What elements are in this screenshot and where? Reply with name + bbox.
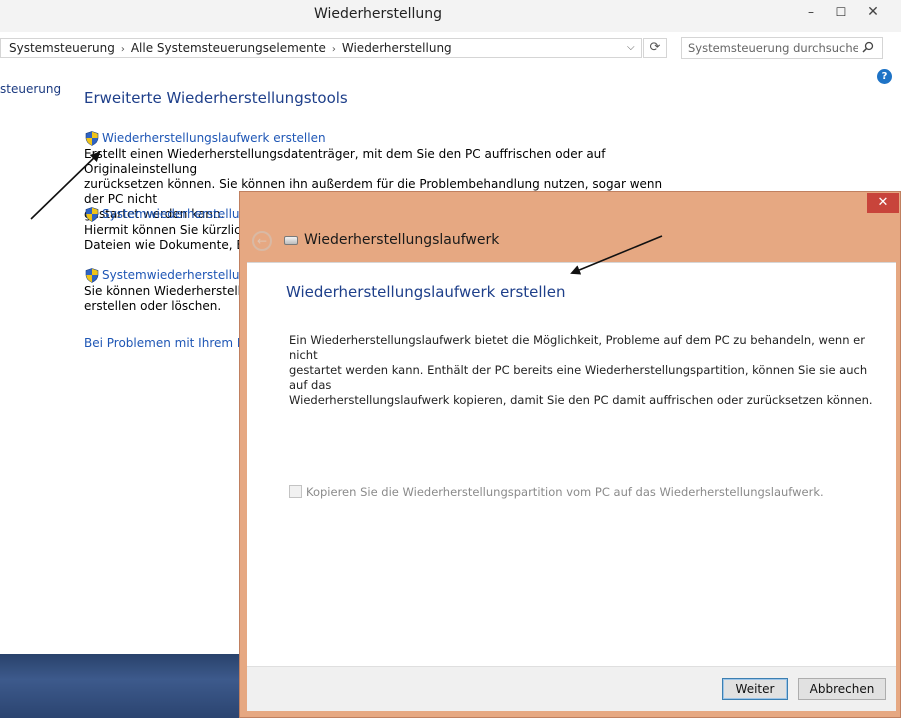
search-input[interactable] [688, 41, 858, 55]
chevron-down-icon[interactable]: ⌵ [627, 42, 635, 53]
uac-shield-icon [85, 131, 99, 146]
next-button[interactable]: Weiter [722, 678, 788, 700]
dialog-close-button[interactable]: ✕ [867, 193, 899, 213]
link-create-recovery-drive[interactable]: Wiederherstellungslaufwerk erstellen [102, 131, 326, 145]
uac-shield-icon [85, 207, 99, 222]
window-title: Wiederherstellung [313, 6, 443, 22]
link-pc-problems[interactable]: Bei Problemen mit Ihrem PC h [84, 336, 264, 350]
dialog-footer: Weiter Abbrechen [247, 666, 896, 711]
breadcrumb-separator[interactable]: › [326, 44, 342, 55]
cancel-button[interactable]: Abbrechen [798, 678, 886, 700]
body-line: gestartet werden kann. Enthält der PC be… [289, 363, 868, 392]
minimize-button[interactable]: – [796, 2, 826, 22]
recovery-drive-dialog: ✕ ← Wiederherstellungslaufwerk Wiederher… [239, 191, 901, 718]
copy-partition-label: Kopieren Sie die Wiederherstellungsparti… [306, 485, 824, 499]
back-arrow-icon[interactable]: ← [252, 231, 272, 251]
drive-icon [284, 236, 298, 245]
search-icon[interactable] [862, 41, 874, 56]
title-bar: Wiederherstellung – ☐ ✕ [0, 0, 901, 32]
copy-partition-option: Kopieren Sie die Wiederherstellungsparti… [289, 485, 824, 499]
maximize-button[interactable]: ☐ [826, 2, 856, 22]
breadcrumb-item-alle-elemente[interactable]: Alle Systemsteuerungselemente [131, 41, 326, 55]
left-nav-link[interactable]: steuerung [0, 82, 61, 96]
section-title: Erweiterte Wiederherstellungstools [84, 89, 348, 107]
breadcrumb: Systemsteuerung › Alle Systemsteuerungsele… [9, 41, 452, 55]
address-bar[interactable]: Systemsteuerung › Alle Systemsteuerungsele… [0, 38, 642, 58]
help-icon[interactable]: ? [877, 69, 892, 84]
refresh-icon[interactable]: ⟳ [643, 38, 667, 58]
dialog-caption: Wiederherstellungslaufwerk [304, 232, 500, 248]
search-box[interactable] [681, 37, 883, 59]
breadcrumb-item-wiederherstellung[interactable]: Wiederherstellung [342, 41, 452, 55]
body-line: Wiederherstellungslaufwerk kopieren, dam… [289, 393, 873, 407]
breadcrumb-item-systemsteuerung[interactable]: Systemsteuerung [9, 41, 115, 55]
body-line: Ein Wiederherstellungslaufwerk bietet di… [289, 333, 865, 362]
dialog-heading: Wiederherstellungslaufwerk erstellen [286, 283, 566, 301]
uac-shield-icon [85, 268, 99, 283]
desc-line: Erstellt einen Wiederherstellungsdatentr… [84, 147, 606, 176]
dialog-content: Wiederherstellungslaufwerk erstellen Ein… [247, 262, 896, 666]
close-button[interactable]: ✕ [858, 2, 888, 22]
breadcrumb-separator[interactable]: › [115, 44, 131, 55]
desktop-background [0, 654, 240, 718]
dialog-body-text: Ein Wiederherstellungslaufwerk bietet di… [289, 333, 879, 408]
copy-partition-checkbox[interactable] [289, 485, 302, 498]
